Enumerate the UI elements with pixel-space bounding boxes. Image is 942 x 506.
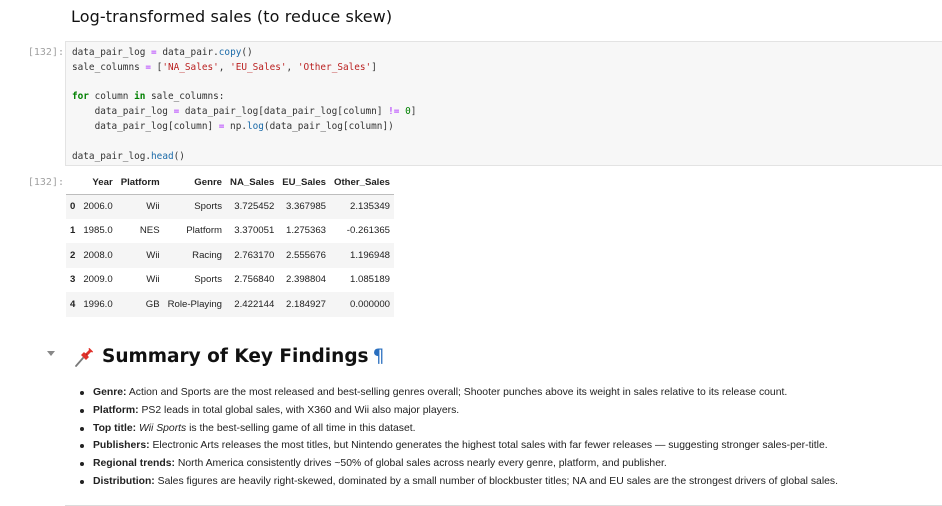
column-header: Genre bbox=[163, 172, 227, 195]
table-cell: Sports bbox=[194, 274, 223, 286]
row-index: 3 bbox=[70, 274, 76, 286]
table-cell: Sports bbox=[194, 201, 223, 212]
column-header: Platform bbox=[116, 172, 164, 195]
index-header bbox=[66, 172, 80, 195]
table-cell: Wii bbox=[146, 274, 160, 286]
table-cell: 2.422144 bbox=[234, 298, 275, 310]
table-cell: GB bbox=[145, 298, 160, 310]
table-cell: Wii bbox=[146, 249, 160, 261]
table-cell: 3.367985 bbox=[286, 201, 327, 212]
table-cell: 2009.0 bbox=[83, 274, 113, 286]
column-header: NA_Sales bbox=[226, 172, 279, 195]
code-cell-editor[interactable]: data_pair_log = data_pair.copy() sale_co… bbox=[65, 41, 942, 166]
table-cell: 2.184927 bbox=[286, 298, 327, 310]
table-row: 2 2008.0 Wii Racing 2.763170 2.555676 1.… bbox=[66, 243, 395, 268]
row-index: 4 bbox=[70, 298, 76, 310]
table-row: 0 2006.0 Wii Sports 3.725452 3.367985 2.… bbox=[66, 194, 395, 219]
list-item: Publishers: Electronic Arts releases the… bbox=[80, 437, 838, 455]
table-cell: 2.555676 bbox=[286, 249, 327, 261]
table-cell: 1996.0 bbox=[83, 298, 113, 310]
output-prompt: [132]: bbox=[27, 177, 64, 188]
column-header: Year bbox=[79, 172, 117, 195]
row-index: 1 bbox=[70, 225, 76, 237]
dataframe-output-table: Year Platform Genre NA_Sales EU_Sales Ot… bbox=[66, 172, 395, 317]
list-item: Distribution: Sales figures are heavily … bbox=[80, 473, 838, 491]
table-cell: -0.261365 bbox=[346, 225, 391, 237]
table-cell: NES bbox=[139, 225, 160, 237]
summary-heading: Summary of Key Findings ¶ bbox=[102, 346, 385, 367]
table-row: 1 1985.0 NES Platform 3.370051 1.275363 … bbox=[66, 219, 394, 244]
table-cell: 1.196948 bbox=[350, 249, 391, 261]
table-cell: 3.725452 bbox=[234, 201, 275, 212]
table-row: 3 2009.0 Wii Sports 2.756840 2.398804 1.… bbox=[66, 268, 394, 293]
anchor-link[interactable]: ¶ bbox=[373, 346, 385, 367]
table-cell: 1.275363 bbox=[286, 225, 327, 237]
column-header: Other_Sales bbox=[330, 172, 395, 195]
list-item: Regional trends: North America consisten… bbox=[80, 455, 838, 473]
table-cell: 2008.0 bbox=[83, 249, 113, 261]
collapse-heading-icon[interactable] bbox=[47, 351, 55, 356]
code-text[interactable]: data_pair_log = data_pair.copy() sale_co… bbox=[72, 46, 416, 164]
table-cell: 2.763170 bbox=[234, 249, 275, 261]
list-item: Genre: Action and Sports are the most re… bbox=[80, 384, 838, 402]
findings-list: Genre: Action and Sports are the most re… bbox=[80, 384, 838, 491]
table-cell: Platform bbox=[186, 225, 223, 237]
column-header: EU_Sales bbox=[278, 172, 331, 195]
table-cell: 2006.0 bbox=[83, 201, 113, 212]
section-heading: Log-transformed sales (to reduce skew) bbox=[71, 7, 393, 26]
table-cell: 1.085189 bbox=[350, 274, 391, 286]
table-row: 4 1996.0 GB Role-Playing 2.422144 2.1849… bbox=[66, 292, 395, 317]
pushpin-icon bbox=[75, 348, 93, 367]
table-cell: Wii bbox=[146, 201, 160, 212]
table-cell: Racing bbox=[192, 249, 223, 261]
markdown-heading-cell[interactable]: Log-transformed sales (to reduce skew) bbox=[71, 7, 392, 26]
row-index: 2 bbox=[70, 249, 76, 261]
table-cell: 1985.0 bbox=[83, 225, 113, 237]
table-cell: 3.370051 bbox=[234, 225, 275, 237]
table-cell: 2.398804 bbox=[286, 274, 327, 286]
row-index: 0 bbox=[70, 201, 76, 212]
table-cell: 2.135349 bbox=[350, 201, 391, 212]
input-prompt: [132]: bbox=[27, 47, 64, 58]
list-item: Platform: PS2 leads in total global sale… bbox=[80, 402, 838, 420]
table-cell: 0.000000 bbox=[350, 298, 391, 310]
table-cell: Role-Playing bbox=[167, 298, 223, 310]
table-header-row: Year Platform Genre NA_Sales EU_Sales Ot… bbox=[66, 172, 395, 195]
list-item: Top title: Wii Sports is the best-sellin… bbox=[80, 420, 838, 438]
table-cell: 2.756840 bbox=[234, 274, 275, 286]
